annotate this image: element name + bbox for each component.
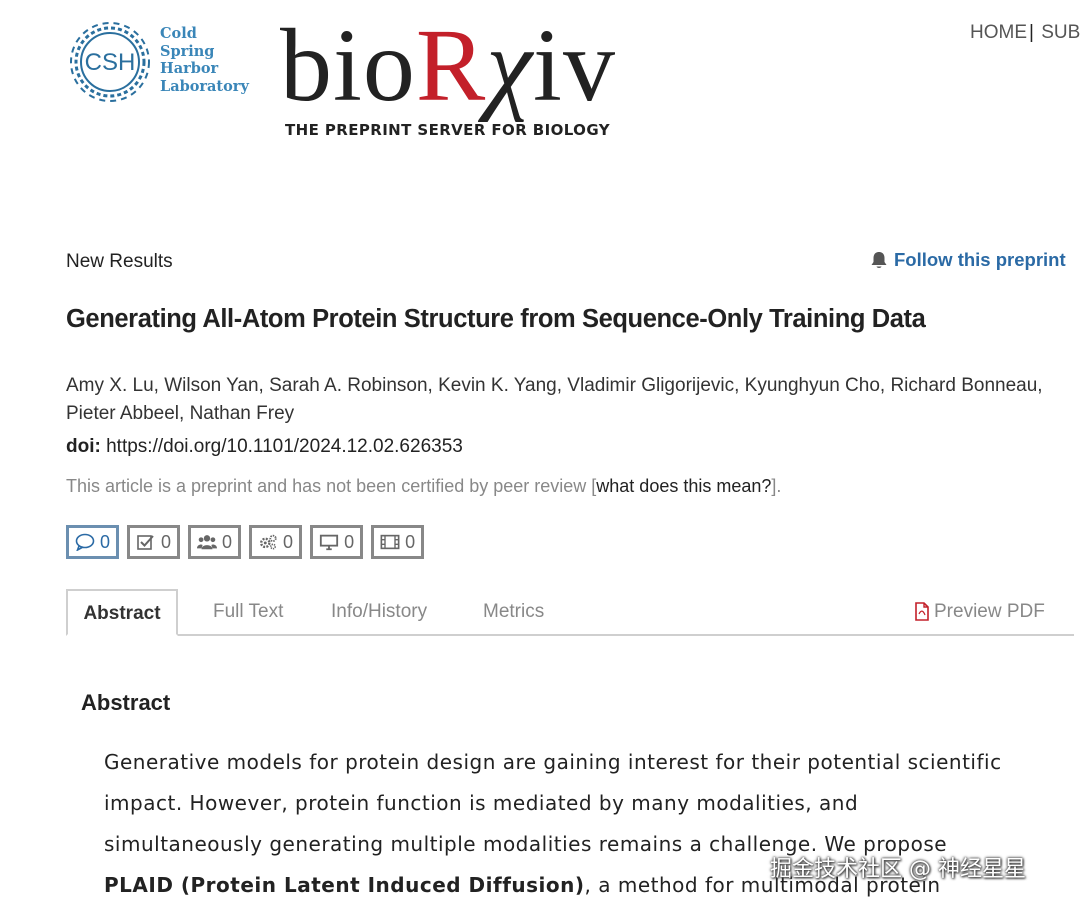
doi-link[interactable]: https://doi.org/10.1101/2024.12.02.62635… [106,436,463,457]
abstract-line-2: impact. However, protein function is med… [104,791,859,815]
article-tabs: Abstract Full Text Info/History Metrics … [66,589,1074,636]
nav-separator: | [1029,22,1034,43]
csh-emblem-icon: CSH [70,22,150,102]
follow-label: Follow this preprint [894,249,1066,270]
preprint-note-prefix: This article is a preprint and has not b… [66,476,597,496]
community-count-button[interactable]: 0 [188,525,242,559]
tab-preview-pdf[interactable]: Preview PDF [914,589,1045,634]
community-count: 0 [222,531,233,552]
brand-chi: χ [486,8,534,123]
comments-count: 0 [100,531,111,552]
follow-preprint-button[interactable]: Follow this preprint [870,249,1066,271]
preprint-notice: This article is a preprint and has not b… [66,476,781,497]
biorxiv-logo[interactable]: bioRχiv [280,14,616,118]
authors-line-1: Amy X. Lu, Wilson Yan, Sarah A. Robinson… [66,375,1043,396]
authors-line-2: Pieter Abbeel, Nathan Frey [66,403,295,424]
brand-r: R [415,8,487,123]
metrics-bar: 0 0 0 0 0 0 [66,525,425,559]
what-does-this-mean-link[interactable]: what does this mean? [596,476,771,496]
nav-home-link[interactable]: HOME [970,22,1027,43]
plaid-name: PLAID (Protein Latent Induced Diffusion) [104,873,585,897]
csh-word-1: Cold [160,25,197,42]
biorxiv-tagline: THE PREPRINT SERVER FOR BIOLOGY [285,121,610,139]
brand-bio: bio [280,8,416,123]
bell-icon [871,251,887,268]
csh-word-4: Laboratory [160,77,249,95]
tweets-count-button[interactable]: 0 [310,525,364,559]
gears-icon [260,534,277,550]
comments-count-button[interactable]: 0 [66,525,120,559]
reviews-count: 0 [161,531,172,552]
comment-icon [75,533,95,551]
source-watermark: 掘金技术社区 @ 神经星星 [770,857,1026,882]
article-category: New Results [66,251,173,272]
pdf-file-icon [915,602,929,621]
abstract-heading: Abstract [81,690,171,715]
tab-metrics[interactable]: Metrics [483,589,544,634]
automated-count: 0 [283,531,294,552]
reviews-count-button[interactable]: 0 [127,525,181,559]
author-list: Amy X. Lu, Wilson Yan, Sarah A. Robinson… [66,372,1071,428]
doi-line: doi: https://doi.org/10.1101/2024.12.02.… [66,436,463,458]
top-nav: HOME| SUBI [970,22,1080,44]
nav-submit-link[interactable]: SUBI [1041,22,1080,43]
media-count-button[interactable]: 0 [371,525,425,559]
automated-count-button[interactable]: 0 [249,525,303,559]
csh-abbrev: CSH [85,49,136,76]
abstract-line-1: Generative models for protein design are… [104,750,1002,774]
checkbox-icon [137,535,154,550]
media-count: 0 [405,531,416,552]
preview-pdf-label: Preview PDF [934,601,1045,622]
csh-word-2: Spring [160,42,215,60]
csh-word-3: Harbor [160,60,219,77]
film-icon [380,534,400,550]
tab-full-text[interactable]: Full Text [213,589,283,634]
tab-abstract[interactable]: Abstract [66,589,178,636]
brand-iv: iv [533,8,616,123]
doi-label: doi: [66,436,101,457]
monitor-icon [319,534,339,551]
article-title: Generating All-Atom Protein Structure fr… [66,305,926,333]
tab-info-history[interactable]: Info/History [331,589,427,634]
tweets-count: 0 [344,531,355,552]
users-icon [197,535,218,550]
preprint-note-suffix: ]. [771,476,782,496]
csh-wordmark: Cold Spring Harbor Laboratory [160,25,249,95]
